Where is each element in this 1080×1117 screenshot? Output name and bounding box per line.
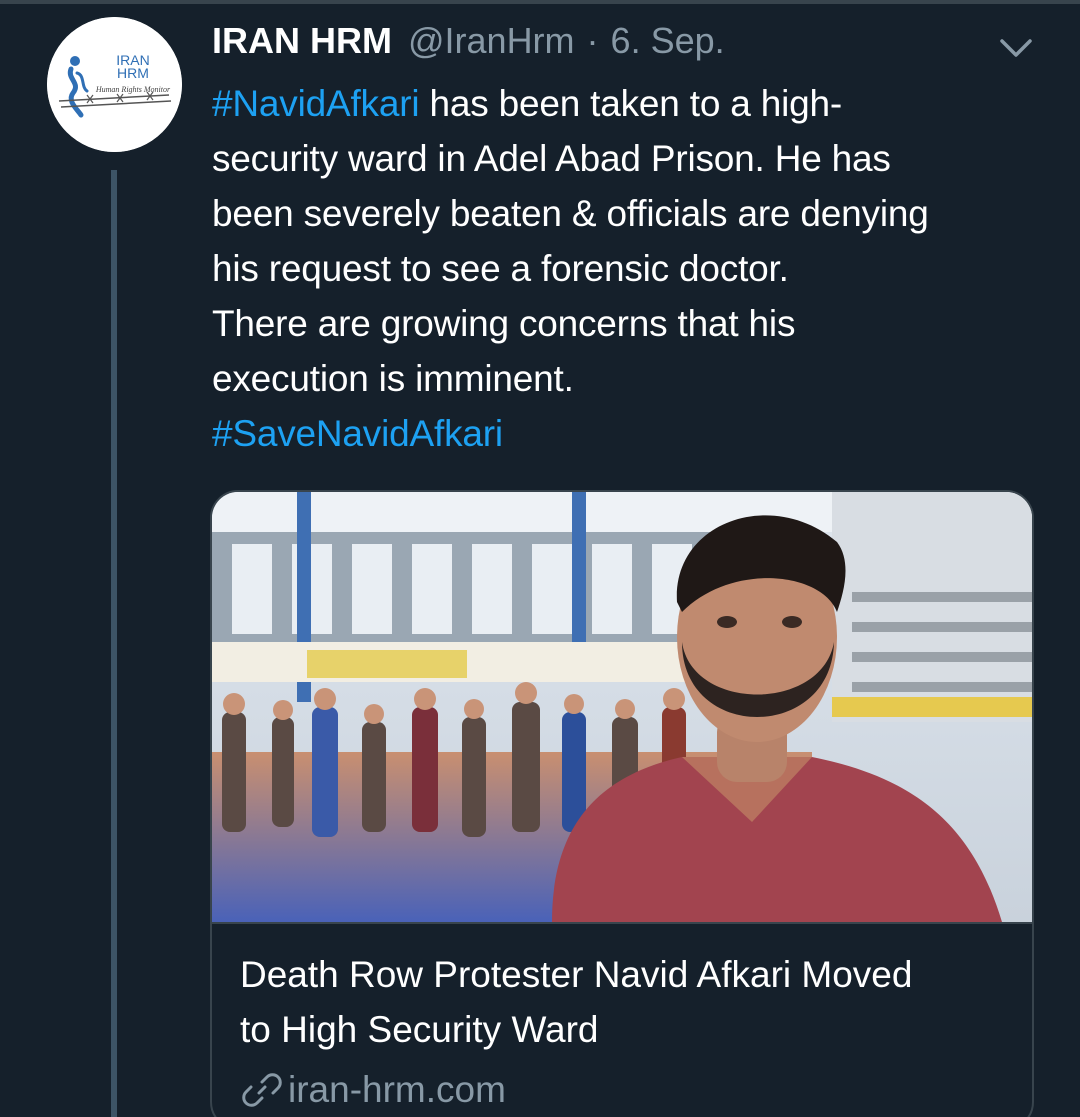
tweet-date[interactable]: 6. Sep. [611, 20, 725, 62]
card-domain-text: iran-hrm.com [288, 1069, 506, 1110]
tweet-line-5: There are growing concerns that his [212, 303, 796, 344]
tweet-line-1: #NavidAfkari has been taken to a high- [212, 76, 1042, 131]
card-title-line: Death Row Protester Navid Afkari Moved [240, 954, 913, 995]
card-title-line: to High Security Ward [240, 1009, 599, 1050]
header-separator: · [586, 20, 599, 61]
tweet-line-7: #SaveNavidAfkari [212, 406, 1042, 461]
tweet-header: IRAN HRM @IranHrm · 6. Sep. [212, 20, 725, 66]
author-name[interactable]: IRAN HRM [212, 20, 392, 62]
card-domain[interactable]: iran-hrm.com [242, 1069, 506, 1111]
author-handle[interactable]: @IranHrm [408, 20, 575, 62]
card-title[interactable]: Death Row Protester Navid Afkari Moved t… [240, 947, 1020, 1057]
link-card[interactable]: Death Row Protester Navid Afkari Moved t… [210, 490, 1034, 1117]
card-image[interactable] [212, 492, 1032, 922]
thread-line [111, 170, 117, 1117]
tweet-text-segment: has been taken to a high- [419, 83, 843, 124]
avatar-subtitle: Human Rights Monitor [95, 85, 171, 94]
tweet-text: #NavidAfkari has been taken to a high- s… [212, 76, 1042, 461]
hashtag-link[interactable]: #NavidAfkari [212, 83, 420, 124]
tweet-screen: IRAN HRM Human Rights Monitor IRAN HRM @… [0, 0, 1080, 1117]
tweet-line-6: execution is imminent. [212, 358, 574, 399]
chevron-down-icon[interactable] [996, 28, 1036, 68]
avatar[interactable]: IRAN HRM Human Rights Monitor [47, 17, 182, 152]
tweet-line-2: security ward in Adel Abad Prison. He ha… [212, 138, 891, 179]
card-divider [212, 922, 1032, 924]
tweet-line-4: his request to see a forensic doctor. [212, 248, 789, 289]
top-divider [0, 0, 1080, 4]
hashtag-link[interactable]: #SaveNavidAfkari [212, 413, 503, 454]
tweet-line-3: been severely beaten & officials are den… [212, 193, 929, 234]
avatar-title: IRAN HRM [116, 52, 150, 81]
link-icon [242, 1073, 282, 1107]
